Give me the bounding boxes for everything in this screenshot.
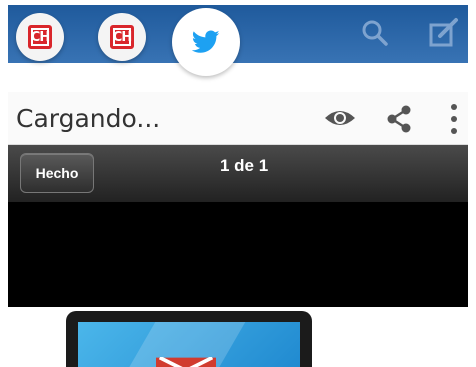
compose-icon[interactable] [426, 17, 460, 51]
ch-logo-icon: CH [110, 25, 134, 49]
chat-head-ch-1[interactable]: CH [16, 13, 64, 61]
chat-head-ch-2[interactable]: CH [98, 13, 146, 61]
image-counter: 1 de 1 [220, 156, 269, 175]
gmail-icon [156, 357, 216, 367]
page-loading-text: Cargando... [16, 104, 161, 133]
chat-head-twitter[interactable] [172, 8, 240, 76]
image-viewer-bar: Hecho 1 de 1 [8, 145, 468, 202]
done-button[interactable]: Hecho [20, 153, 94, 193]
twitter-bird-icon [192, 30, 220, 53]
image-viewport [8, 202, 468, 307]
ch-logo-icon: CH [28, 25, 52, 49]
image-content [8, 307, 468, 367]
eye-icon[interactable] [323, 106, 357, 130]
search-icon[interactable] [358, 17, 392, 51]
share-icon[interactable] [384, 104, 414, 134]
browser-toolbar: Cargando... [8, 92, 468, 145]
overflow-menu-icon[interactable] [448, 102, 460, 136]
screen-frame: ‹Tw CH CH Cargando... [8, 5, 468, 367]
